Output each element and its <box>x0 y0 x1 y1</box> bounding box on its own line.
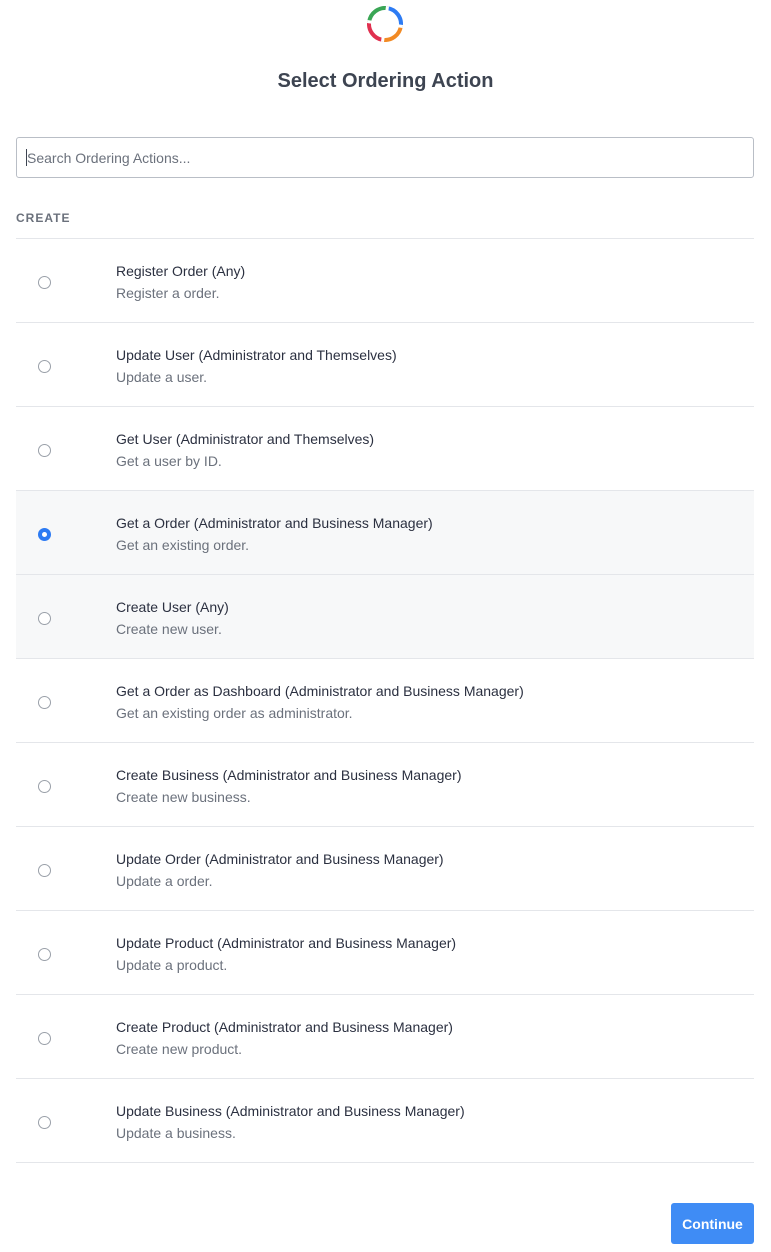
action-title: Update Business (Administrator and Busin… <box>116 1103 465 1119</box>
action-list: Register Order (Any) Register a order. U… <box>16 238 754 1163</box>
action-title: Update Product (Administrator and Busine… <box>116 935 457 951</box>
action-description: Create new business. <box>116 789 251 805</box>
radio-button[interactable] <box>38 864 51 877</box>
continue-button[interactable]: Continue <box>671 1203 754 1244</box>
action-title: Get a Order as Dashboard (Administrator … <box>116 683 524 699</box>
radio-button[interactable] <box>38 360 51 373</box>
action-description: Update a product. <box>116 957 228 973</box>
radio-button-selected[interactable] <box>38 528 51 541</box>
search-input[interactable] <box>17 138 753 177</box>
action-item-update-product[interactable]: Update Product (Administrator and Busine… <box>16 911 754 995</box>
section-label-create: CREATE <box>16 211 71 225</box>
radio-button[interactable] <box>38 1116 51 1129</box>
action-item-get-user[interactable]: Get User (Administrator and Themselves) … <box>16 407 754 491</box>
action-title: Create Business (Administrator and Busin… <box>116 767 462 783</box>
select-action-page: Select Ordering Action CREATE Register O… <box>0 0 771 1252</box>
action-item-update-order[interactable]: Update Order (Administrator and Business… <box>16 827 754 911</box>
action-title: Get a Order (Administrator and Business … <box>116 515 433 531</box>
action-item-get-order-dashboard[interactable]: Get a Order as Dashboard (Administrator … <box>16 659 754 743</box>
radio-button[interactable] <box>38 1032 51 1045</box>
action-description: Update a user. <box>116 369 208 385</box>
action-title: Create User (Any) <box>116 599 229 615</box>
action-item-update-user[interactable]: Update User (Administrator and Themselve… <box>16 323 754 407</box>
action-description: Register a order. <box>116 285 220 301</box>
action-description: Get an existing order as administrator. <box>116 705 353 721</box>
radio-button[interactable] <box>38 276 51 289</box>
action-title: Create Product (Administrator and Busine… <box>116 1019 453 1035</box>
radio-button[interactable] <box>38 780 51 793</box>
radio-button[interactable] <box>38 612 51 625</box>
action-description: Create new product. <box>116 1041 243 1057</box>
action-item-create-product[interactable]: Create Product (Administrator and Busine… <box>16 995 754 1079</box>
circle-segments-logo-icon <box>367 6 403 42</box>
action-item-get-order[interactable]: Get a Order (Administrator and Business … <box>16 491 754 575</box>
action-description: Update a order. <box>116 873 213 889</box>
radio-button[interactable] <box>38 948 51 961</box>
text-cursor <box>26 149 27 166</box>
page-title: Select Ordering Action <box>277 70 494 92</box>
action-description: Update a business. <box>116 1125 236 1141</box>
action-title: Update User (Administrator and Themselve… <box>116 347 397 363</box>
radio-button[interactable] <box>38 444 51 457</box>
action-item-create-user[interactable]: Create User (Any) Create new user. <box>16 575 754 659</box>
action-description: Get an existing order. <box>116 537 250 553</box>
action-item-update-business[interactable]: Update Business (Administrator and Busin… <box>16 1079 754 1163</box>
action-title: Register Order (Any) <box>116 263 246 279</box>
action-item-create-business[interactable]: Create Business (Administrator and Busin… <box>16 743 754 827</box>
search-box[interactable] <box>16 137 754 178</box>
action-description: Get a user by ID. <box>116 453 222 469</box>
action-title: Update Order (Administrator and Business… <box>116 851 444 867</box>
action-description: Create new user. <box>116 621 222 637</box>
radio-button[interactable] <box>38 696 51 709</box>
action-title: Get User (Administrator and Themselves) <box>116 431 375 447</box>
action-item-register-order[interactable]: Register Order (Any) Register a order. <box>16 239 754 323</box>
